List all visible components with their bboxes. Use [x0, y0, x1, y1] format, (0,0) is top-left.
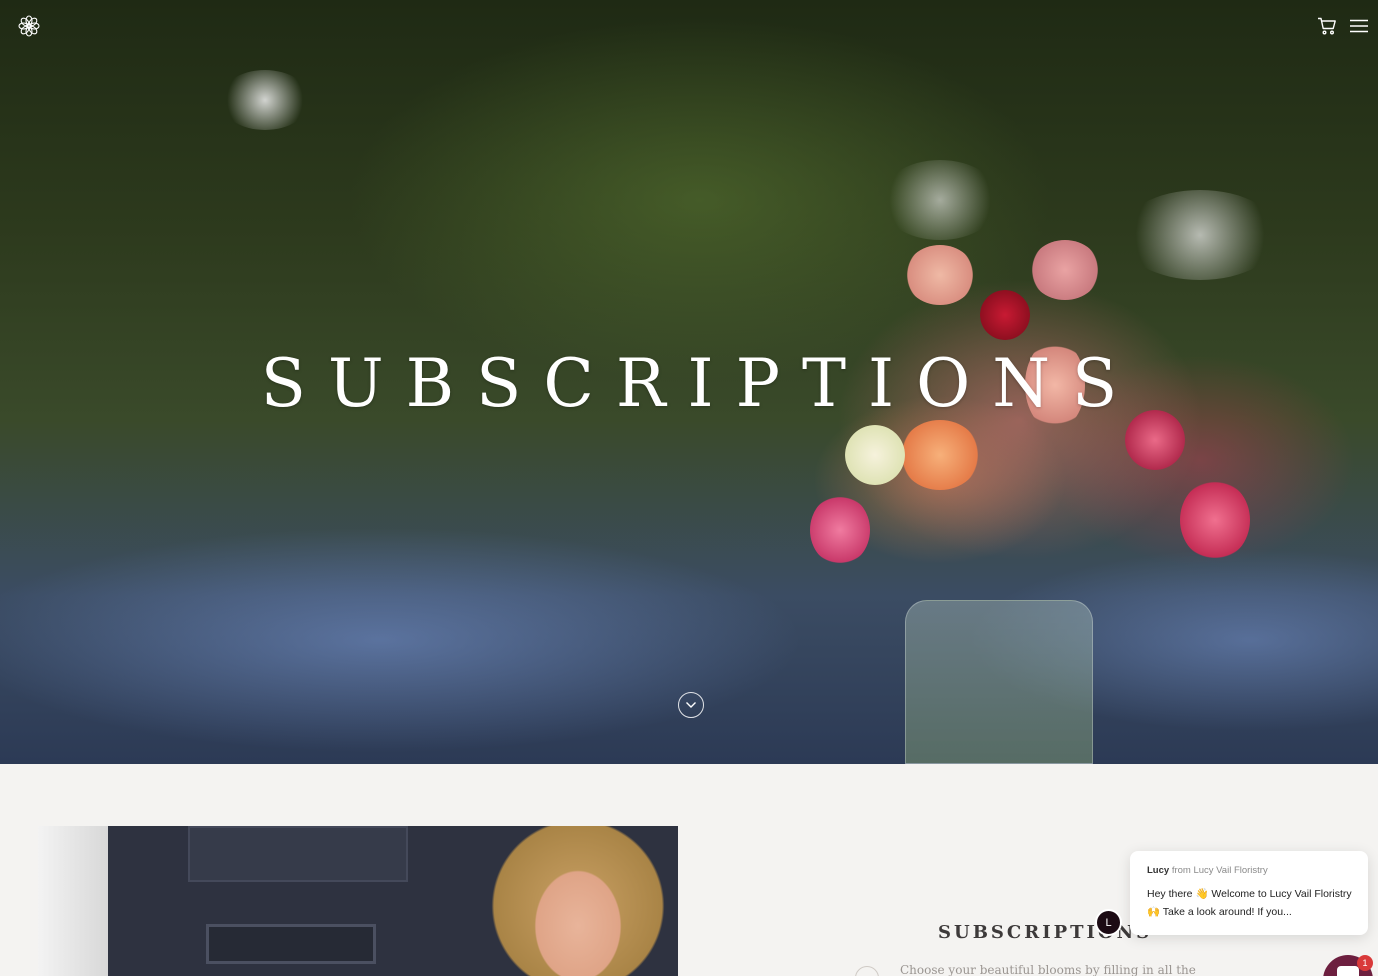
chat-sender-org: from Lucy Vail Floristry — [1171, 865, 1268, 876]
flower-decoration — [220, 70, 310, 130]
chat-icon — [1337, 966, 1359, 976]
flower-decoration — [845, 425, 905, 485]
letterbox-decoration — [206, 924, 376, 964]
flower-logo-icon[interactable] — [18, 15, 40, 37]
door-frame-decoration — [38, 826, 108, 976]
chat-message-text: Hey there 👋 Welcome to Lucy Vail Florist… — [1147, 888, 1352, 918]
chat-sender: Lucy from Lucy Vail Floristry — [1147, 865, 1352, 876]
chat-avatar: L — [1095, 909, 1122, 936]
vase-decoration — [905, 600, 1093, 764]
flower-decoration — [810, 495, 870, 565]
flower-decoration — [1120, 190, 1280, 280]
scroll-down-button[interactable] — [678, 692, 704, 718]
flower-decoration — [880, 160, 1000, 240]
flower-decoration — [1030, 240, 1100, 300]
hamburger-menu-icon[interactable] — [1350, 19, 1368, 33]
flower-decoration — [900, 420, 980, 490]
flower-decoration — [1180, 480, 1250, 560]
flower-decoration — [905, 245, 975, 305]
cart-icon[interactable] — [1317, 17, 1337, 35]
option-radio[interactable] — [855, 966, 879, 976]
hero-banner: SUBSCRIPTIONS — [0, 0, 1378, 764]
chat-sender-name: Lucy — [1147, 865, 1170, 876]
hero-title: SUBSCRIPTIONS — [260, 345, 1140, 422]
door-panel-decoration — [188, 826, 408, 882]
florist-photo — [38, 826, 678, 976]
chat-preview-bubble[interactable]: Lucy from Lucy Vail Floristry Hey there … — [1130, 851, 1368, 935]
chevron-down-icon — [686, 702, 696, 708]
unread-badge: 1 — [1357, 955, 1373, 971]
person-portrait — [458, 826, 678, 976]
section-description: Choose your beautiful blooms by filling … — [900, 963, 1196, 976]
flower-decoration — [980, 290, 1030, 340]
